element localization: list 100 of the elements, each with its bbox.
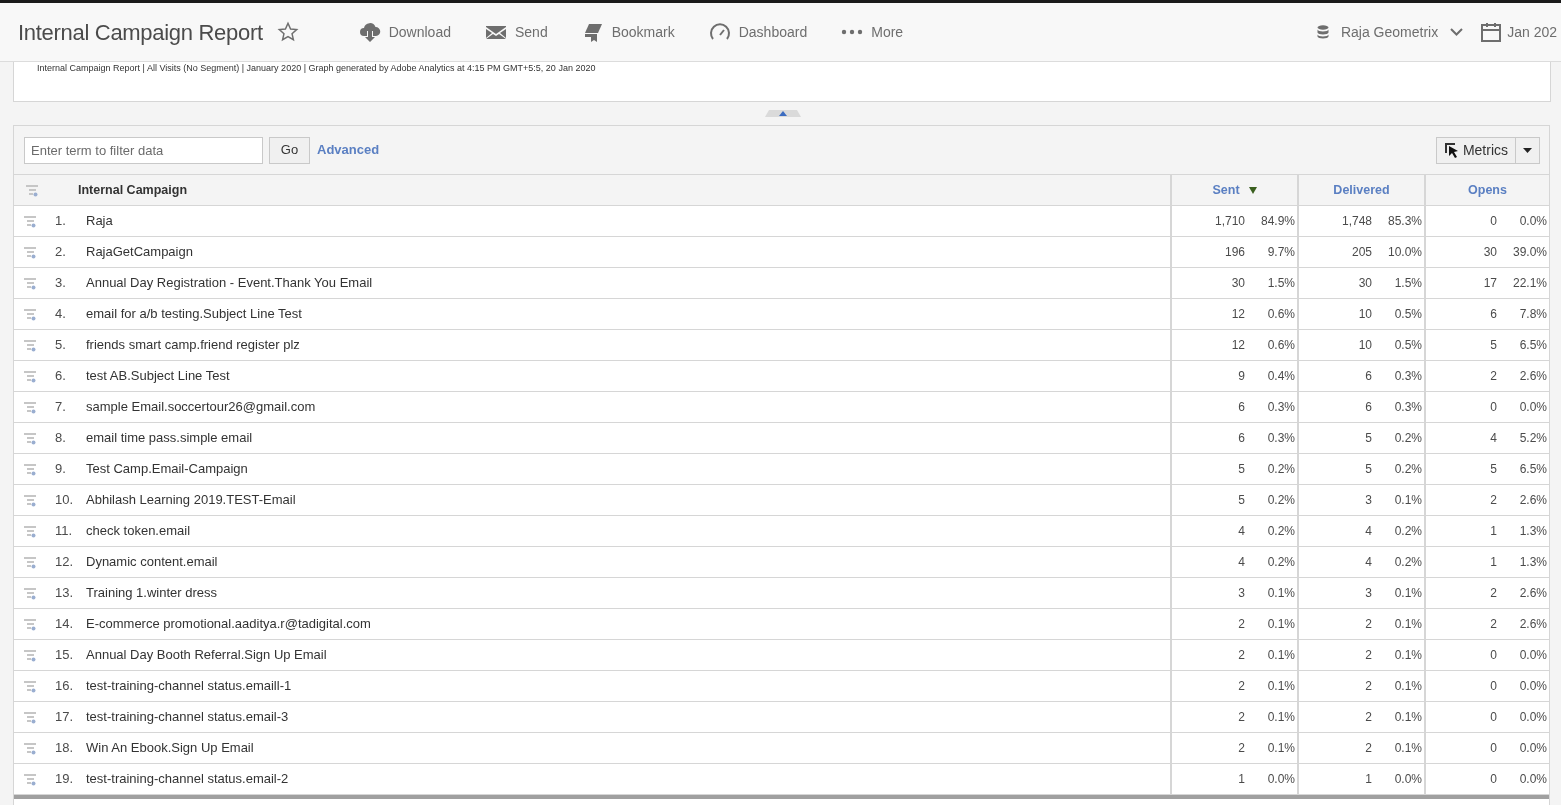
metric-value: 1 xyxy=(1238,771,1245,788)
metric-percent: 39.0% xyxy=(1511,244,1547,261)
breakdown-icon[interactable] xyxy=(23,462,37,476)
metric-percent: 85.3% xyxy=(1386,213,1422,230)
row-rank: 5. xyxy=(55,336,67,355)
metric-percent: 2.6% xyxy=(1518,616,1547,633)
metric-value: 2 xyxy=(1365,709,1372,726)
toolbar-button[interactable]: Send xyxy=(485,21,548,43)
toolbar-button[interactable]: Dashboard xyxy=(708,21,808,43)
metric-percent: 0.0% xyxy=(1518,678,1547,695)
metric-percent: 0.2% xyxy=(1393,430,1422,447)
metric-value: 3 xyxy=(1365,492,1372,509)
breakdown-icon[interactable] xyxy=(23,555,37,569)
row-rank: 12. xyxy=(55,553,75,572)
metric-value: 1 xyxy=(1365,771,1372,788)
breakdown-icon[interactable] xyxy=(23,741,37,755)
metric-value: 6 xyxy=(1365,368,1372,385)
row-rank: 1. xyxy=(55,212,67,231)
breakdown-icon[interactable] xyxy=(23,307,37,321)
metric-percent: 0.1% xyxy=(1266,585,1295,602)
metric-value: 4 xyxy=(1365,523,1372,540)
metric-percent: 2.6% xyxy=(1518,368,1547,385)
metric-value: 3 xyxy=(1238,585,1245,602)
metric-percent: 0.2% xyxy=(1266,461,1295,478)
campaign-name: test-training-channel status.emaill-1 xyxy=(86,677,292,696)
metric-value: 2 xyxy=(1238,647,1245,664)
metric-value: 5 xyxy=(1238,461,1245,478)
filter-field[interactable]: Enter term to filter data xyxy=(24,136,263,164)
metric-value: 1 xyxy=(1490,554,1497,571)
row-rank: 10. xyxy=(55,491,75,510)
metric-value: 2 xyxy=(1238,616,1245,633)
campaign-name: email for a/b testing.Subject Line Test xyxy=(86,305,302,324)
metric-percent: 0.0% xyxy=(1518,399,1547,416)
campaign-name: Training 1.winter dress xyxy=(86,584,217,603)
campaign-name: sample Email.soccertour26@gmail.com xyxy=(86,398,316,417)
breakdown-icon[interactable] xyxy=(23,772,37,786)
metrics-selector[interactable]: Metrics xyxy=(1436,137,1516,163)
date-range[interactable]: Jan 202 xyxy=(1507,21,1557,43)
metric-percent: 2.6% xyxy=(1518,585,1547,602)
advanced-link[interactable]: Advanced xyxy=(317,140,380,160)
star-icon[interactable] xyxy=(276,21,299,43)
breakdown-icon[interactable] xyxy=(23,710,37,724)
cloud-download-icon xyxy=(358,22,381,42)
column-header[interactable]: Opens xyxy=(1424,174,1549,206)
metric-percent: 0.1% xyxy=(1266,616,1295,633)
breakdown-icon[interactable] xyxy=(23,369,37,383)
campaign-name: Test Camp.Email-Campaign xyxy=(86,460,248,479)
metric-percent: 6.5% xyxy=(1518,461,1547,478)
collapse-handle[interactable] xyxy=(764,110,801,117)
metric-percent: 0.3% xyxy=(1266,430,1295,447)
breakdown-icon[interactable] xyxy=(23,276,37,290)
breakdown-icon[interactable] xyxy=(23,245,37,259)
breakdown-icon[interactable] xyxy=(23,524,37,538)
metric-value: 3 xyxy=(1365,585,1372,602)
breakdown-icon[interactable] xyxy=(23,586,37,600)
column-header[interactable]: Delivered xyxy=(1297,174,1424,206)
metric-percent: 6.5% xyxy=(1518,337,1547,354)
metric-value: 6 xyxy=(1238,430,1245,447)
cursor-select-icon xyxy=(1443,142,1459,158)
metric-percent: 84.9% xyxy=(1259,213,1295,230)
breakdown-icon[interactable] xyxy=(23,431,37,445)
metric-percent: 0.0% xyxy=(1266,771,1295,788)
breakdown-icon[interactable] xyxy=(23,679,37,693)
metric-value: 17 xyxy=(1483,275,1497,292)
metric-value: 0 xyxy=(1490,647,1497,664)
toolbar-button[interactable]: Download xyxy=(358,21,451,43)
breakdown-icon[interactable] xyxy=(25,183,39,197)
breakdown-icon[interactable] xyxy=(23,400,37,414)
campaign-name: Raja xyxy=(86,212,113,231)
breakdown-icon[interactable] xyxy=(23,214,37,228)
toolbar-button[interactable]: More xyxy=(841,21,904,43)
breakdown-icon[interactable] xyxy=(23,493,37,507)
metric-value: 2 xyxy=(1365,616,1372,633)
breakdown-icon[interactable] xyxy=(23,617,37,631)
metric-value: 5 xyxy=(1490,337,1497,354)
calendar-icon[interactable] xyxy=(1481,22,1502,42)
metric-value: 2 xyxy=(1490,368,1497,385)
metrics-button[interactable]: Metrics xyxy=(1435,136,1540,164)
metric-percent: 1.3% xyxy=(1518,554,1547,571)
metric-percent: 0.1% xyxy=(1393,585,1422,602)
campaign-name: RajaGetCampaign xyxy=(86,243,193,262)
row-rank: 13. xyxy=(55,584,75,603)
campaign-name: Dynamic content.email xyxy=(86,553,218,572)
metric-value: 4 xyxy=(1238,554,1245,571)
metric-percent: 1.5% xyxy=(1266,275,1295,292)
breakdown-icon[interactable] xyxy=(23,338,37,352)
metric-value: 30 xyxy=(1358,275,1372,292)
toolbar-button[interactable]: Bookmark xyxy=(581,21,675,43)
metric-percent: 1.3% xyxy=(1518,523,1547,540)
metric-value: 0 xyxy=(1490,213,1497,230)
metric-value: 2 xyxy=(1365,740,1372,757)
metric-value: 4 xyxy=(1490,430,1497,447)
metric-percent: 0.1% xyxy=(1393,740,1422,757)
row-rank: 18. xyxy=(55,739,75,758)
metric-percent: 0.1% xyxy=(1266,709,1295,726)
go-button[interactable]: Go xyxy=(269,136,310,164)
breakdown-icon[interactable] xyxy=(23,648,37,662)
column-header[interactable]: Sent xyxy=(1170,174,1297,206)
metric-percent: 0.6% xyxy=(1266,306,1295,323)
report-suite-dropdown[interactable]: Raja Geometrix xyxy=(1340,21,1464,43)
